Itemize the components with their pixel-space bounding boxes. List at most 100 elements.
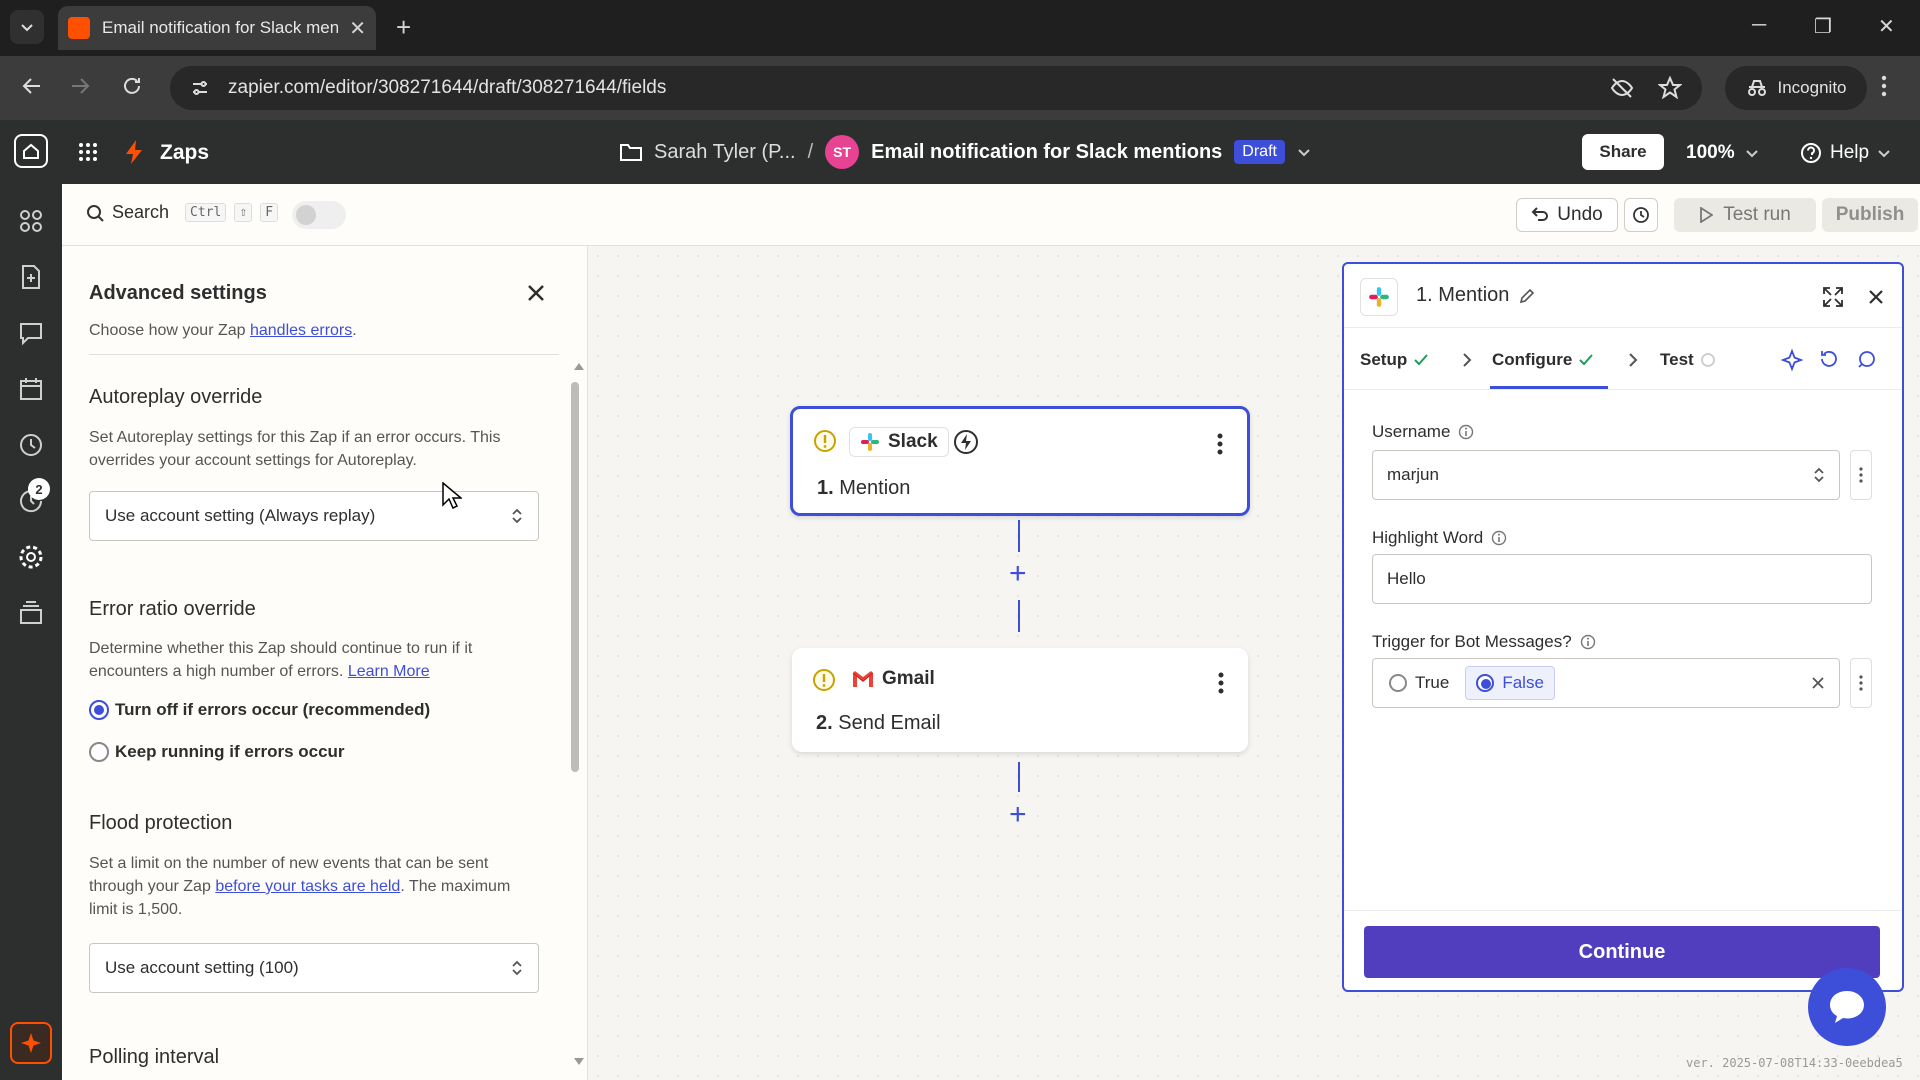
help-menu[interactable]: Help xyxy=(1800,142,1891,164)
radio-keep-running[interactable]: Keep running if errors occur xyxy=(89,742,345,762)
node-menu-icon[interactable] xyxy=(1218,672,1224,694)
error-ratio-desc: Determine whether this Zap should contin… xyxy=(89,637,539,683)
document-icon[interactable] xyxy=(18,264,44,290)
connector-line xyxy=(1018,600,1020,632)
close-icon xyxy=(528,285,544,301)
bookmark-star-icon[interactable] xyxy=(1658,76,1682,100)
browser-tab-bar: Email notification for Slack mentions ✕ … xyxy=(0,0,1920,56)
clear-icon[interactable] xyxy=(1811,676,1825,690)
scroll-down-arrow[interactable] xyxy=(574,1058,584,1066)
step-title: Mention xyxy=(839,477,911,499)
handles-errors-link[interactable]: handles errors xyxy=(250,322,352,339)
tab-setup[interactable]: Setup xyxy=(1360,350,1429,370)
undo-button[interactable]: Undo xyxy=(1516,198,1618,232)
back-button[interactable] xyxy=(20,74,44,98)
app-grid-icon[interactable] xyxy=(78,142,98,162)
help-label: Help xyxy=(1830,142,1870,163)
home-icon xyxy=(23,143,39,159)
incognito-indicator[interactable]: Incognito xyxy=(1725,66,1867,110)
scroll-up-arrow[interactable] xyxy=(574,362,584,370)
calendar-icon[interactable] xyxy=(18,376,44,402)
search-icon[interactable] xyxy=(1856,348,1878,370)
tab-close-icon[interactable]: ✕ xyxy=(349,16,366,41)
notification-badge: 2 xyxy=(28,478,50,500)
radio-turn-off[interactable]: Turn off if errors occur (recommended) xyxy=(89,700,430,720)
zaps-nav-label[interactable]: Zaps xyxy=(160,141,209,165)
folder-name[interactable]: Sarah Tyler (P... xyxy=(654,141,796,164)
username-select[interactable]: marjun xyxy=(1372,450,1840,500)
tab-test[interactable]: Test xyxy=(1660,350,1716,370)
subtitle-text: Choose how your Zap xyxy=(89,322,246,339)
radio-false[interactable]: False xyxy=(1465,666,1555,700)
polling-heading: Polling interval xyxy=(89,1046,220,1068)
search-button[interactable]: Search Ctrl ⇧ F xyxy=(86,202,279,223)
step-tabs: Setup Configure Test xyxy=(1344,328,1902,390)
refresh-icon[interactable] xyxy=(1818,348,1840,370)
ai-sparkle-icon[interactable] xyxy=(1780,348,1804,372)
advanced-settings-panel: Advanced settings Choose how your Zap ha… xyxy=(62,246,588,1080)
copilot-button[interactable] xyxy=(10,1022,52,1064)
app-header: Zaps Sarah Tyler (P... / ST Email notifi… xyxy=(0,120,1920,184)
home-button[interactable] xyxy=(14,134,48,168)
support-chat-button[interactable] xyxy=(1808,968,1886,1046)
history-icon[interactable] xyxy=(18,432,44,458)
radio-button[interactable] xyxy=(1389,674,1407,692)
pencil-icon xyxy=(1520,288,1535,303)
mouse-cursor-icon xyxy=(442,482,462,510)
tasks-held-link[interactable]: before your tasks are held xyxy=(215,878,400,895)
test-run-button[interactable]: Test run xyxy=(1674,198,1816,232)
learn-more-link[interactable]: Learn More xyxy=(348,663,430,680)
chevron-updown-icon xyxy=(1814,467,1824,483)
add-step-button[interactable]: + xyxy=(1009,800,1027,830)
field-options-button[interactable] xyxy=(1850,450,1872,500)
bot-messages-label: Trigger for Bot Messages? xyxy=(1372,632,1596,652)
highlight-word-input[interactable]: Hello xyxy=(1372,554,1872,604)
radio-true[interactable]: True xyxy=(1379,667,1459,699)
search-label: Search xyxy=(112,202,170,222)
scrollbar-thumb[interactable] xyxy=(571,382,579,772)
apps-icon[interactable] xyxy=(18,208,44,234)
more-vertical-icon xyxy=(1859,467,1863,483)
autoreplay-select[interactable]: Use account setting (Always replay) xyxy=(89,491,539,541)
share-button[interactable]: Share xyxy=(1582,134,1664,170)
browser-tab[interactable]: Email notification for Slack mentions ✕ xyxy=(58,6,376,50)
radio-button[interactable] xyxy=(89,742,109,762)
minimize-icon[interactable]: ─ xyxy=(1752,14,1766,37)
panel-title: Advanced settings xyxy=(89,282,267,304)
zap-name[interactable]: Email notification for Slack mentions xyxy=(871,141,1222,164)
action-node[interactable]: Gmail 2. Send Email xyxy=(792,648,1248,752)
node-menu-icon[interactable] xyxy=(1217,433,1223,455)
versions-icon[interactable] xyxy=(18,600,44,626)
radio-button-selected[interactable] xyxy=(1476,674,1495,692)
tab-configure[interactable]: Configure xyxy=(1492,350,1594,370)
trigger-node[interactable]: Slack 1. Mention xyxy=(790,406,1250,516)
forward-button[interactable] xyxy=(68,74,92,98)
tab-search-button[interactable] xyxy=(10,10,44,44)
add-step-button[interactable]: + xyxy=(1009,559,1027,589)
eye-off-icon[interactable] xyxy=(1610,76,1634,100)
radio-button-selected[interactable] xyxy=(89,700,109,720)
chevron-down-icon[interactable] xyxy=(1297,145,1311,159)
expand-icon[interactable] xyxy=(1822,286,1844,308)
help-circle-icon xyxy=(1801,143,1821,163)
settings-gear-icon[interactable] xyxy=(18,544,44,570)
zoom-select[interactable]: 100% xyxy=(1686,142,1759,164)
comment-icon[interactable] xyxy=(18,320,44,346)
step-title[interactable]: 1. Mention xyxy=(1416,284,1535,307)
restore-icon[interactable]: ❐ xyxy=(1814,14,1832,39)
canvas-toggle[interactable] xyxy=(292,201,346,229)
version-history-button[interactable] xyxy=(1624,198,1658,232)
url-bar[interactable]: zapier.com/editor/308271644/draft/308271… xyxy=(170,66,1702,110)
error-ratio-heading: Error ratio override xyxy=(89,598,256,620)
incognito-label: Incognito xyxy=(1777,78,1847,97)
browser-menu-icon[interactable] xyxy=(1880,74,1888,98)
new-tab-button[interactable]: + xyxy=(396,14,411,40)
flood-select[interactable]: Use account setting (100) xyxy=(89,943,539,993)
continue-button[interactable]: Continue xyxy=(1364,926,1880,978)
field-options-button[interactable] xyxy=(1850,658,1872,708)
close-window-icon[interactable]: ✕ xyxy=(1878,14,1895,39)
reload-button[interactable] xyxy=(120,74,144,98)
close-panel-button[interactable] xyxy=(527,284,545,302)
close-icon[interactable] xyxy=(1868,289,1884,305)
publish-button[interactable]: Publish xyxy=(1822,198,1918,232)
